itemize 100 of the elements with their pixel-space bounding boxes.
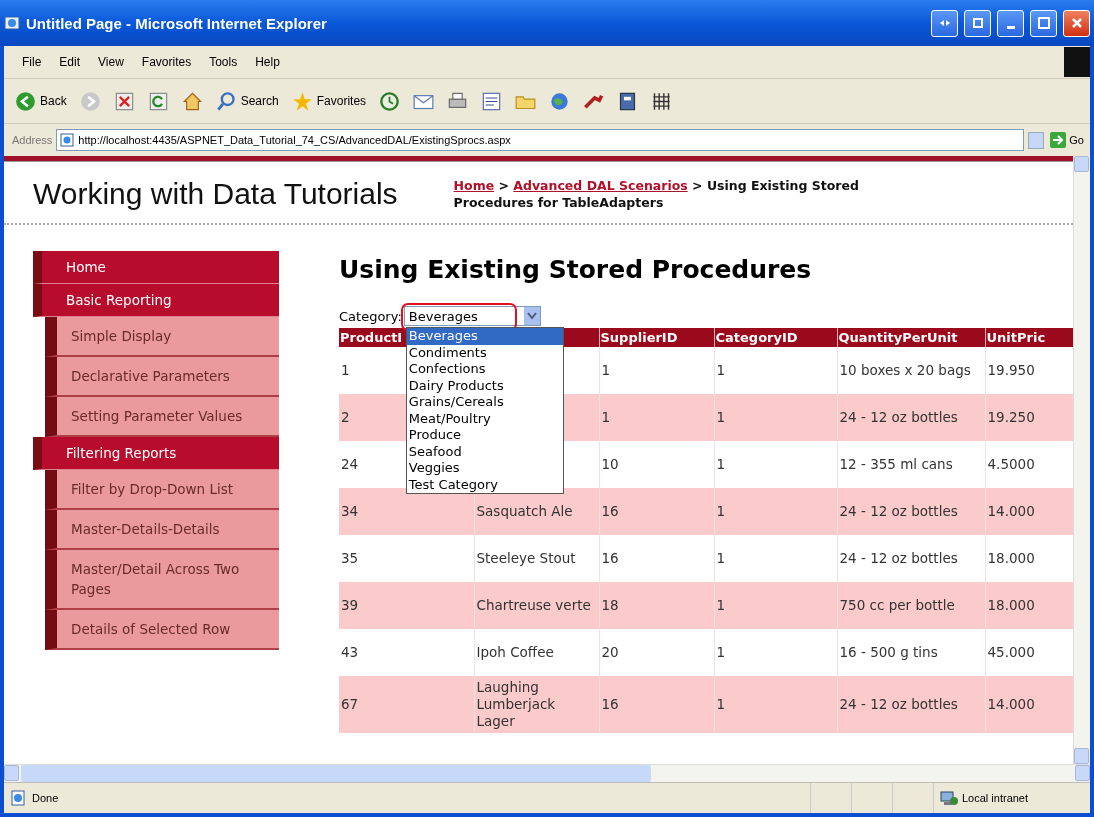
menu-item[interactable]: File — [16, 53, 48, 71]
table-cell: 16 — [601, 696, 619, 712]
sidebar-item[interactable]: Setting Parameter Values — [45, 397, 279, 437]
maximize-icon — [1037, 17, 1050, 29]
table-cell: 35 — [341, 550, 359, 566]
status-text: Done — [32, 792, 59, 804]
address-label: Address — [12, 134, 53, 146]
table-cell: 1 — [716, 503, 726, 519]
breadcrumb-link[interactable]: Home — [453, 178, 495, 193]
computer-icon — [940, 790, 958, 806]
breadcrumb-link[interactable]: Advanced DAL Scenarios — [513, 178, 688, 193]
table-cell: 1 — [341, 362, 350, 378]
sidebar-item[interactable]: Filter by Drop-Down List — [45, 470, 279, 510]
table-cell: 24 - 12 oz bottles — [839, 550, 958, 566]
category-label: Category: — [339, 308, 402, 324]
zone-label: Local intranet — [962, 792, 1029, 804]
table-cell: 45.000 — [987, 644, 1035, 660]
table-cell: Sasquatch Ale — [476, 503, 573, 519]
toolbar-button[interactable]: Favorites — [288, 89, 370, 113]
dropdown-option[interactable]: Confections — [406, 361, 563, 378]
sidebar-item[interactable]: Simple Display — [45, 317, 279, 357]
page-icon — [10, 790, 26, 806]
table-cell: Steeleye Stout — [476, 550, 576, 566]
table-cell: 1 — [716, 696, 726, 712]
menu-item[interactable]: View — [92, 53, 130, 71]
minimize-button[interactable] — [997, 9, 1024, 37]
dropdown-option[interactable]: Meat/Poultry — [406, 410, 563, 427]
table-cell: 19.250 — [987, 409, 1035, 425]
extra-window-button[interactable] — [964, 9, 991, 37]
table-cell: Chartreuse verte — [476, 597, 591, 613]
forward-icon — [79, 90, 101, 112]
globe-icon — [549, 90, 571, 112]
table-cell: 1 — [716, 456, 726, 472]
close-icon — [1070, 17, 1083, 29]
back-icon — [15, 90, 36, 112]
table-cell: 10 boxes x 20 bags — [839, 362, 971, 378]
category-select[interactable]: Beverages — [403, 306, 541, 326]
edit-icon — [481, 90, 503, 112]
history-icon — [379, 90, 401, 112]
table-cell: 10 — [601, 456, 619, 472]
page-icon — [60, 133, 75, 147]
minimize-icon — [1006, 25, 1015, 29]
menu-item[interactable]: Help — [249, 53, 286, 71]
table-cell: 43 — [341, 644, 359, 660]
search-icon — [215, 90, 237, 112]
column-header: QuantityPerUnit — [837, 328, 985, 347]
menu-item[interactable]: Tools — [203, 53, 244, 71]
go-button[interactable]: Go — [1048, 132, 1086, 148]
table-cell: 16 — [601, 550, 619, 566]
table-cell: 16 — [601, 503, 619, 519]
close-button[interactable] — [1063, 9, 1090, 37]
table-cell: 1 — [716, 362, 726, 378]
table-cell: 1 — [716, 644, 726, 660]
table-cell: Ipoh Coffee — [476, 644, 554, 660]
table-cell: 1 — [716, 409, 726, 425]
table-cell: 39 — [341, 597, 359, 613]
arrows-icon — [938, 17, 951, 29]
table-cell: 14.000 — [987, 503, 1035, 519]
dropdown-option[interactable]: Dairy Products — [406, 377, 563, 394]
table-cell: 19.950 — [987, 362, 1035, 378]
table-cell: 24 — [341, 456, 359, 472]
table-cell: 24 - 12 oz bottles — [839, 503, 958, 519]
dropdown-option[interactable]: Seafood — [406, 443, 563, 460]
address-field[interactable]: http://localhost:4435/ASPNET_Data_Tutorial_74_CS/AdvancedDAL/ExistingSprocs.aspx — [56, 129, 1025, 151]
table-cell: 18.000 — [987, 550, 1035, 566]
page-heading: Using Existing Stored Procedures — [339, 254, 813, 284]
dropdown-option[interactable]: Condiments — [406, 344, 563, 361]
sidebar-section[interactable]: Home — [33, 251, 279, 284]
refresh-icon — [147, 90, 169, 112]
window-icon — [971, 17, 984, 29]
table-cell: 1 — [601, 362, 611, 378]
scroll-thumb[interactable] — [21, 765, 651, 782]
toolbar-button[interactable]: Search — [212, 89, 282, 113]
extra-window-button[interactable] — [931, 9, 958, 37]
toolbar-button[interactable]: Back — [12, 89, 70, 113]
dropdown-option[interactable]: Test Category — [406, 476, 563, 493]
maximize-button[interactable] — [1030, 9, 1057, 37]
table-cell: 16 - 500 g tins — [839, 644, 938, 660]
table-cell: 4.5000 — [987, 456, 1035, 472]
dropdown-option[interactable]: Beverages — [406, 328, 563, 345]
sidebar-item[interactable]: Master/Detail Across Two Pages — [45, 550, 279, 610]
table-cell: 12 - 355 ml cans — [839, 456, 953, 472]
dropdown-option[interactable]: Veggies — [406, 460, 563, 477]
caret-icon — [526, 312, 537, 320]
sidebar-section[interactable]: Filtering Reports — [33, 437, 279, 470]
menu-item[interactable]: Favorites — [135, 53, 198, 71]
sidebar-item[interactable]: Master-Details-Details — [45, 510, 279, 550]
sidebar-item[interactable]: Declarative Parameters — [45, 357, 279, 397]
menu-item[interactable]: Edit — [53, 53, 87, 71]
table-cell: 34 — [341, 503, 359, 519]
sidebar-item[interactable]: Details of Selected Row — [45, 610, 279, 650]
breadcrumb: Home > Advanced DAL Scenarios > Using Existing Stored Procedures for TableAdapters — [453, 177, 860, 211]
table-cell: Laughing Lumberjack Lager — [476, 679, 556, 729]
dropdown-option[interactable]: Produce — [406, 427, 563, 444]
table-cell: 18.000 — [987, 597, 1035, 613]
table-cell: 1 — [716, 550, 726, 566]
dropdown-option[interactable]: Grains/Cereals — [406, 394, 563, 411]
column-header: SupplierID — [599, 328, 714, 347]
sidebar-section[interactable]: Basic Reporting — [33, 284, 279, 317]
table-cell: 20 — [601, 644, 619, 660]
